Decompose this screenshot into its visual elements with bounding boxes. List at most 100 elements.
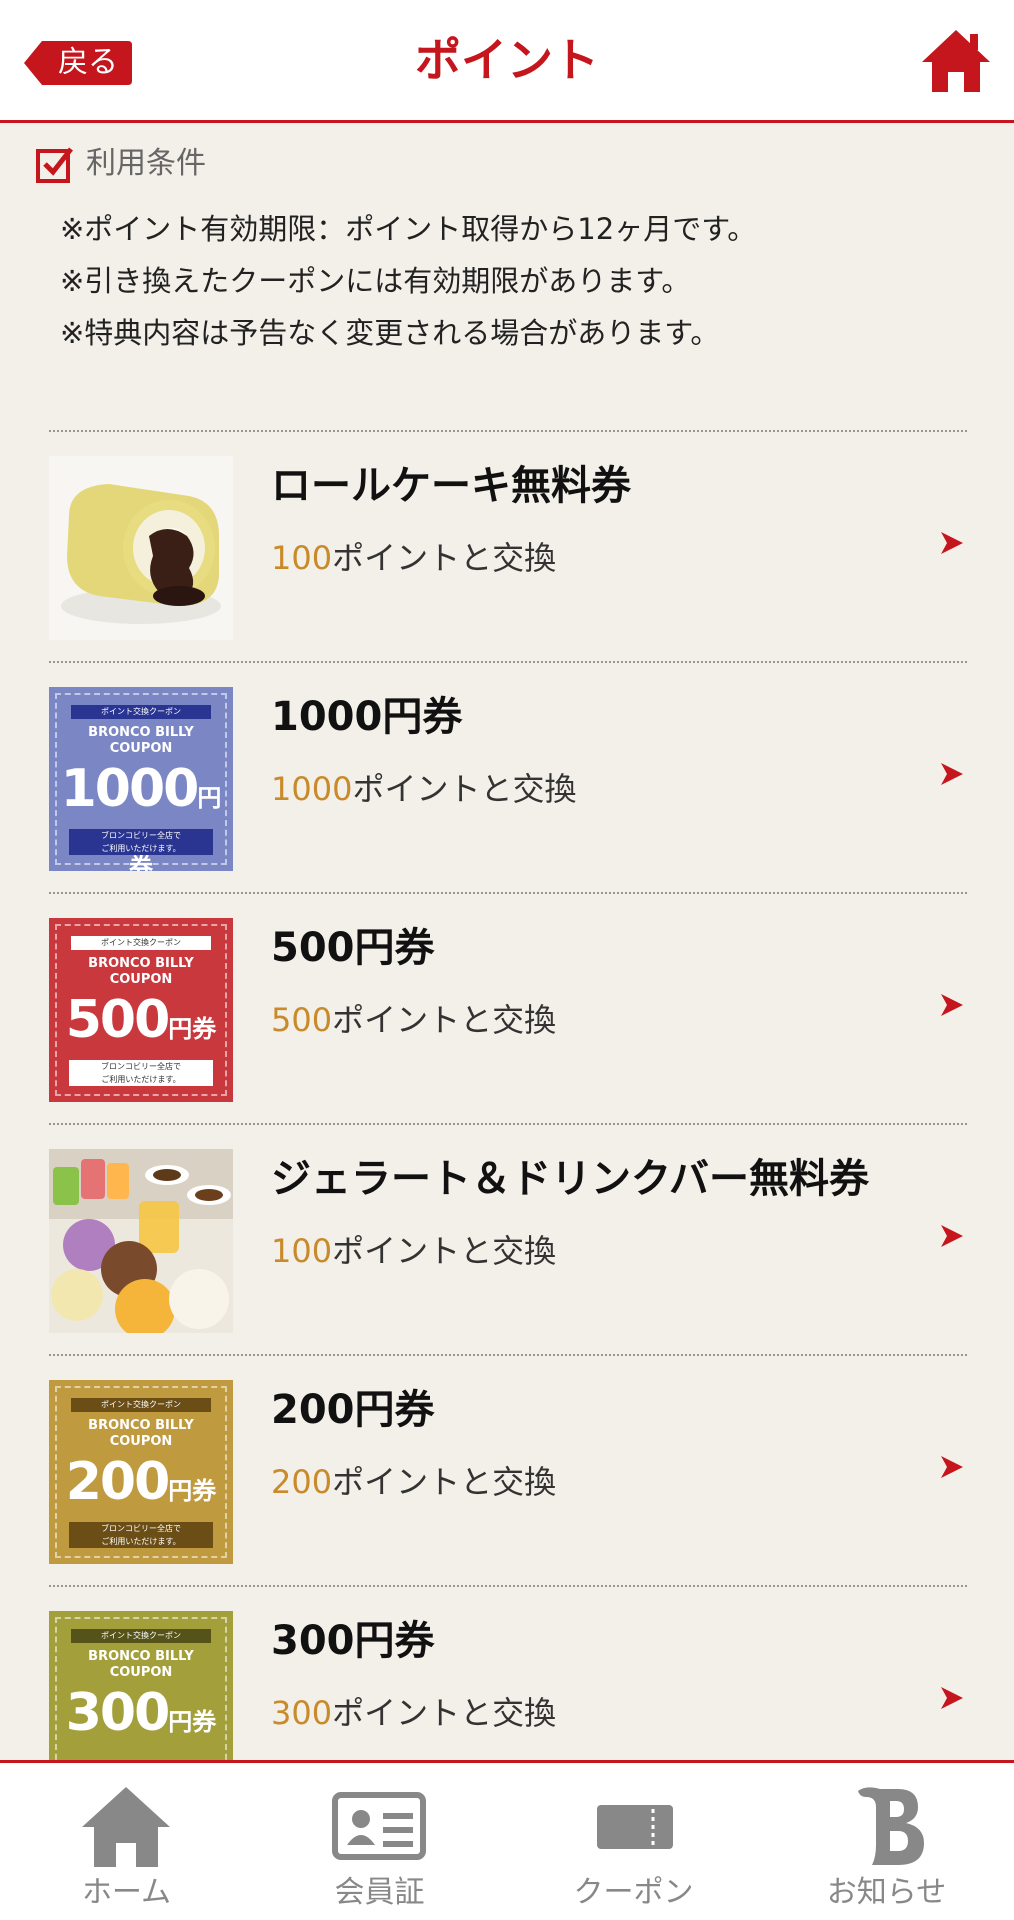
reward-cost-suffix: ポイントと交換 bbox=[332, 1694, 557, 1732]
coupon-brand: BRONCO BILLY COUPON bbox=[49, 1418, 233, 1450]
coupon-bottom-band: ブロンコビリー全店で ご利用いただけます。 bbox=[69, 829, 213, 855]
tab-coupon[interactable]: クーポン bbox=[507, 1763, 760, 1920]
coupon-brand: BRONCO BILLY COUPON bbox=[49, 725, 233, 757]
coupon-amount: 300円券 bbox=[49, 1683, 233, 1752]
coupon-bottom-line: ブロンコビリー全店で bbox=[101, 831, 181, 840]
reward-title: 1000円券 bbox=[271, 694, 463, 740]
coupon-bottom-band: ブロンコビリー全店で ご利用いただけます。 bbox=[69, 1522, 213, 1548]
reward-cost-suffix: ポイントと交換 bbox=[352, 770, 577, 808]
coupon-art: ポイント交換クーポン BRONCO BILLY COUPON 200円券 ブロンコ… bbox=[49, 1380, 233, 1564]
reward-points: 1000 bbox=[271, 770, 353, 808]
gelato-drink-photo bbox=[49, 1149, 233, 1333]
coupon-bottom-line: ブロンコビリー全店で bbox=[101, 1524, 181, 1533]
coupon-500-image: ポイント交換クーポン BRONCO BILLY COUPON 500円券 ブロンコ… bbox=[49, 918, 233, 1102]
coupon-amount: 200円券 bbox=[49, 1452, 233, 1521]
coupon-top-band: ポイント交換クーポン bbox=[71, 936, 211, 950]
member-card-icon bbox=[332, 1792, 426, 1860]
reward-cost: 500ポイントと交換 bbox=[271, 992, 556, 1048]
reward-title: ロールケーキ無料券 bbox=[271, 463, 631, 509]
reward-cost-suffix: ポイントと交換 bbox=[332, 1001, 557, 1039]
coupon-amount-unit: 円券 bbox=[168, 1708, 217, 1736]
tab-home[interactable]: ホーム bbox=[0, 1763, 253, 1920]
coupon-bottom-band: ブロンコビリー全店で ご利用いただけます。 bbox=[69, 1060, 213, 1086]
coupon-200-image: ポイント交換クーポン BRONCO BILLY COUPON 200円券 ブロンコ… bbox=[49, 1380, 233, 1564]
coupon-top-band: ポイント交換クーポン bbox=[71, 1398, 211, 1412]
chevron-right-icon bbox=[941, 532, 963, 554]
chevron-right-icon bbox=[941, 994, 963, 1016]
reward-list: ロールケーキ無料券 100ポイントと交換 ポイント交換クーポン BRONCO B… bbox=[49, 430, 967, 1816]
coupon-top-band: ポイント交換クーポン bbox=[71, 1629, 211, 1643]
tab-label: 会員証 bbox=[334, 1875, 425, 1910]
reward-points: 500 bbox=[271, 1001, 333, 1039]
coupon-art: ポイント交換クーポン BRONCO BILLY COUPON 500円券 ブロンコ… bbox=[49, 918, 233, 1102]
coupon-bottom-line: ブロンコビリー全店で bbox=[101, 1062, 181, 1071]
reward-item-1000-yen[interactable]: ポイント交換クーポン BRONCO BILLY COUPON 1000円券 ブロン… bbox=[49, 661, 967, 892]
tab-label: お知らせ bbox=[826, 1875, 947, 1910]
reward-item-500-yen[interactable]: ポイント交換クーポン BRONCO BILLY COUPON 500円券 ブロンコ… bbox=[49, 892, 967, 1123]
tab-news[interactable]: お知らせ bbox=[760, 1763, 1013, 1920]
reward-item-200-yen[interactable]: ポイント交換クーポン BRONCO BILLY COUPON 200円券 ブロンコ… bbox=[49, 1354, 967, 1585]
reward-cost-suffix: ポイントと交換 bbox=[332, 1232, 557, 1270]
coupon-brand-line: BRONCO BILLY bbox=[88, 956, 194, 971]
coupon-brand-line: COUPON bbox=[109, 1434, 173, 1449]
reward-title: 300円券 bbox=[271, 1618, 435, 1664]
reward-item-gelato-drink-bar[interactable]: ジェラート＆ドリンクバー無料券 100ポイントと交換 bbox=[49, 1123, 967, 1354]
reward-cost: 200ポイントと交換 bbox=[271, 1454, 556, 1510]
reward-points: 100 bbox=[271, 1232, 333, 1270]
reward-cost: 100ポイントと交換 bbox=[271, 530, 556, 586]
coupon-amount-unit: 円券 bbox=[168, 1015, 217, 1043]
reward-item-roll-cake[interactable]: ロールケーキ無料券 100ポイントと交換 bbox=[49, 430, 967, 661]
coupon-bottom-line: ご利用いただけます。 bbox=[101, 844, 181, 853]
chevron-right-icon bbox=[941, 1456, 963, 1478]
reward-points: 100 bbox=[271, 539, 333, 577]
reward-cost: 1000ポイントと交換 bbox=[271, 761, 576, 817]
coupon-brand: BRONCO BILLY COUPON bbox=[49, 1649, 233, 1681]
coupon-amount-value: 200 bbox=[65, 1452, 171, 1512]
terms-note: ※ポイント有効期限：ポイント取得から12ヶ月です。 bbox=[60, 212, 757, 246]
roll-cake-photo bbox=[49, 456, 233, 640]
coupon-bottom-line: ご利用いただけます。 bbox=[101, 1075, 181, 1084]
chevron-right-icon bbox=[941, 1225, 963, 1247]
coupon-brand-line: COUPON bbox=[109, 972, 173, 987]
coupon-brand-line: BRONCO BILLY bbox=[88, 725, 194, 740]
terms-note: ※引き換えたクーポンには有効期限があります。 bbox=[60, 264, 691, 298]
coupon-art: ポイント交換クーポン BRONCO BILLY COUPON 1000円券 ブロン… bbox=[49, 687, 233, 871]
tab-label: ホーム bbox=[81, 1875, 172, 1910]
reward-points: 200 bbox=[271, 1463, 333, 1501]
coupon-amount-value: 300 bbox=[65, 1683, 171, 1743]
coupon-brand: BRONCO BILLY COUPON bbox=[49, 956, 233, 988]
coupon-top-band: ポイント交換クーポン bbox=[71, 705, 211, 719]
coupon-amount-value: 500 bbox=[65, 990, 171, 1050]
reward-cost: 300ポイントと交換 bbox=[271, 1685, 556, 1741]
bottom-tab-bar: ホーム 会員証 クーポン お知らせ bbox=[0, 1760, 1014, 1920]
tab-member-card[interactable]: 会員証 bbox=[253, 1763, 506, 1920]
ticket-icon bbox=[597, 1805, 673, 1849]
home-button[interactable] bbox=[920, 24, 992, 96]
home-icon bbox=[82, 1787, 170, 1867]
reward-title: 200円券 bbox=[271, 1387, 435, 1433]
reward-cost: 100ポイントと交換 bbox=[271, 1223, 556, 1279]
home-icon bbox=[922, 30, 990, 92]
terms-heading-label: 利用条件 bbox=[86, 146, 206, 181]
coupon-brand-line: BRONCO BILLY bbox=[88, 1649, 194, 1664]
coupon-brand-line: COUPON bbox=[109, 1665, 173, 1680]
reward-points: 300 bbox=[271, 1694, 333, 1732]
tab-label: クーポン bbox=[573, 1875, 694, 1910]
chevron-right-icon bbox=[941, 1687, 963, 1709]
coupon-amount: 500円券 bbox=[49, 990, 233, 1059]
coupon-brand-line: COUPON bbox=[109, 741, 173, 756]
reward-title: 500円券 bbox=[271, 925, 435, 971]
terms-note: ※特典内容は予告なく変更される場合があります。 bbox=[60, 316, 720, 350]
reward-cost-suffix: ポイントと交換 bbox=[332, 539, 557, 577]
app-header: 戻る ポイント bbox=[0, 0, 1014, 123]
coupon-bottom-line: ご利用いただけます。 bbox=[101, 1537, 181, 1546]
chevron-right-icon bbox=[941, 763, 963, 785]
b-logo-icon bbox=[858, 1787, 924, 1865]
coupon-1000-image: ポイント交換クーポン BRONCO BILLY COUPON 1000円券 ブロン… bbox=[49, 687, 233, 871]
coupon-amount-value: 1000 bbox=[60, 759, 200, 819]
coupon-amount-unit: 円券 bbox=[168, 1477, 217, 1505]
reward-title: ジェラート＆ドリンクバー無料券 bbox=[271, 1156, 869, 1202]
reward-cost-suffix: ポイントと交換 bbox=[332, 1463, 557, 1501]
checkbox-icon bbox=[36, 147, 73, 183]
page-title: ポイント bbox=[415, 33, 599, 87]
